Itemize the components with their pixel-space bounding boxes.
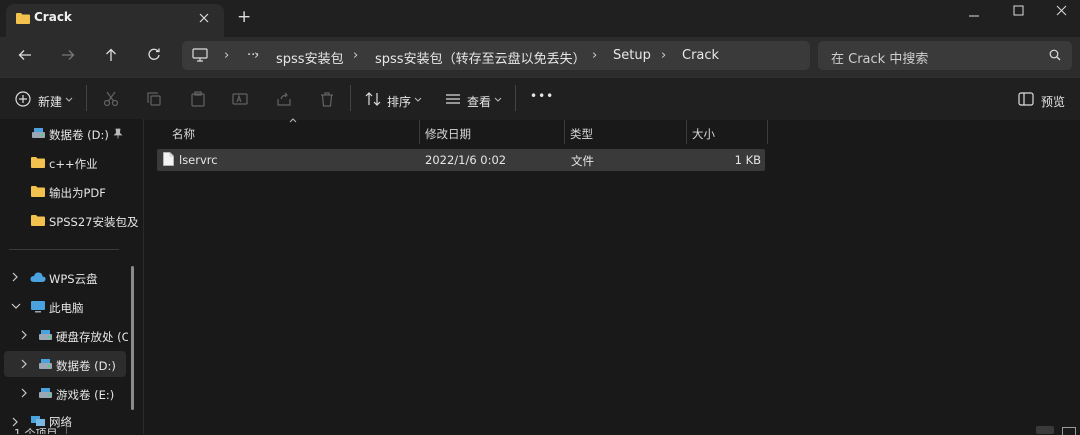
computer-icon — [30, 300, 46, 313]
breadcrumb-chevron-icon: › — [353, 48, 359, 63]
column-divider[interactable] — [686, 120, 687, 144]
column-header-modified[interactable]: 修改日期 — [425, 126, 471, 142]
breadcrumb-chevron-icon: › — [592, 48, 598, 63]
chevron-down-icon — [494, 97, 502, 102]
cloud-icon — [30, 271, 46, 283]
breadcrumb-item[interactable]: Setup — [613, 48, 651, 63]
drive-icon — [38, 358, 53, 370]
file-type: 文件 — [571, 154, 594, 168]
column-divider[interactable] — [564, 120, 565, 144]
add-icon — [15, 91, 31, 107]
drive-icon — [31, 127, 46, 139]
divider — [86, 85, 87, 111]
view-icon — [445, 92, 461, 106]
chevron-right-icon[interactable] — [12, 272, 18, 282]
forward-arrow-icon[interactable] — [61, 48, 75, 62]
chevron-right-icon[interactable] — [21, 388, 27, 398]
sort-button[interactable]: 排序 — [387, 93, 411, 110]
details-view-toggle[interactable] — [1036, 426, 1054, 434]
close-window-icon[interactable] — [1056, 5, 1067, 16]
search-input[interactable]: 在 Crack 中搜索 — [831, 48, 928, 67]
folder-icon — [31, 185, 45, 197]
delete-icon[interactable] — [319, 91, 335, 107]
paste-icon[interactable] — [190, 91, 206, 107]
column-divider[interactable] — [419, 120, 420, 144]
column-header-name[interactable]: 名称 — [172, 126, 195, 142]
drive-icon — [38, 387, 53, 399]
quick-access-item[interactable]: 数据卷 (D:) — [49, 127, 109, 143]
breadcrumb-item[interactable]: spss安装包（转存至云盘以免丢失） — [375, 48, 586, 67]
file-modified: 2022/1/6 0:02 — [425, 153, 507, 167]
quick-access-item[interactable]: SPSS27安装包及 — [49, 214, 139, 230]
breadcrumb-item[interactable]: Crack — [682, 48, 719, 63]
folder-icon — [31, 214, 45, 226]
preview-button[interactable]: 预览 — [1041, 93, 1065, 110]
divider — [9, 249, 119, 250]
view-button[interactable]: 查看 — [467, 93, 491, 110]
computer-icon — [192, 48, 208, 62]
preview-pane-icon — [1018, 92, 1034, 106]
drive-icon — [38, 329, 53, 341]
maximize-icon[interactable] — [1013, 5, 1024, 16]
pin-icon[interactable] — [113, 128, 123, 139]
chevron-down-icon[interactable] — [11, 303, 21, 309]
sidebar-scrollbar[interactable] — [131, 266, 134, 410]
search-icon[interactable] — [1049, 49, 1061, 61]
refresh-icon[interactable] — [147, 48, 161, 62]
divider — [515, 85, 516, 111]
folder-icon — [16, 12, 30, 24]
file-size: 1 KB — [734, 153, 761, 167]
rename-icon[interactable] — [232, 91, 248, 107]
sort-up-icon — [289, 118, 297, 123]
column-divider[interactable] — [767, 120, 768, 144]
divider — [350, 85, 351, 111]
tree-item-drive-c[interactable]: 硬盘存放处 (C: — [56, 329, 128, 345]
minimize-icon[interactable] — [968, 10, 980, 22]
quick-access-item[interactable]: 输出为PDF — [49, 185, 106, 201]
share-icon[interactable] — [276, 91, 292, 107]
column-header-type[interactable]: 类型 — [570, 126, 593, 142]
close-tab-icon[interactable] — [199, 13, 209, 23]
tree-item-drive-e[interactable]: 游戏卷 (E:) — [56, 387, 114, 403]
tree-item-drive-d[interactable]: 数据卷 (D:) — [56, 358, 116, 374]
file-icon — [163, 152, 174, 166]
tab-title: Crack — [34, 10, 72, 24]
new-button[interactable]: 新建 — [38, 93, 62, 110]
tree-item-wps-cloud[interactable]: WPS云盘 — [49, 271, 98, 287]
tree-item-this-pc[interactable]: 此电脑 — [49, 300, 84, 316]
breadcrumb-chevron-icon: › — [254, 48, 260, 63]
chevron-down-icon — [65, 97, 73, 102]
chevron-right-icon[interactable] — [21, 359, 27, 369]
status-item-count: 1 个项目 — [14, 427, 58, 434]
cut-icon[interactable] — [103, 91, 119, 107]
copy-icon[interactable] — [146, 91, 162, 107]
new-tab-button[interactable]: + — [237, 7, 251, 27]
sort-icon — [365, 91, 381, 107]
quick-access-item[interactable]: c++作业 — [49, 156, 98, 172]
column-header-size[interactable]: 大小 — [692, 126, 715, 142]
breadcrumb-chevron-icon: › — [661, 48, 667, 63]
breadcrumb-chevron-icon: › — [224, 48, 230, 63]
chevron-down-icon — [414, 97, 422, 102]
breadcrumb-item[interactable]: spss安装包 — [276, 48, 344, 67]
up-arrow-icon[interactable] — [104, 48, 118, 62]
status-divider — [66, 426, 67, 434]
more-options-button[interactable]: ••• — [530, 89, 554, 103]
file-name[interactable]: lservrc — [179, 153, 218, 167]
back-arrow-icon[interactable] — [18, 48, 32, 62]
chevron-right-icon[interactable] — [21, 330, 27, 340]
folder-icon — [31, 156, 45, 168]
